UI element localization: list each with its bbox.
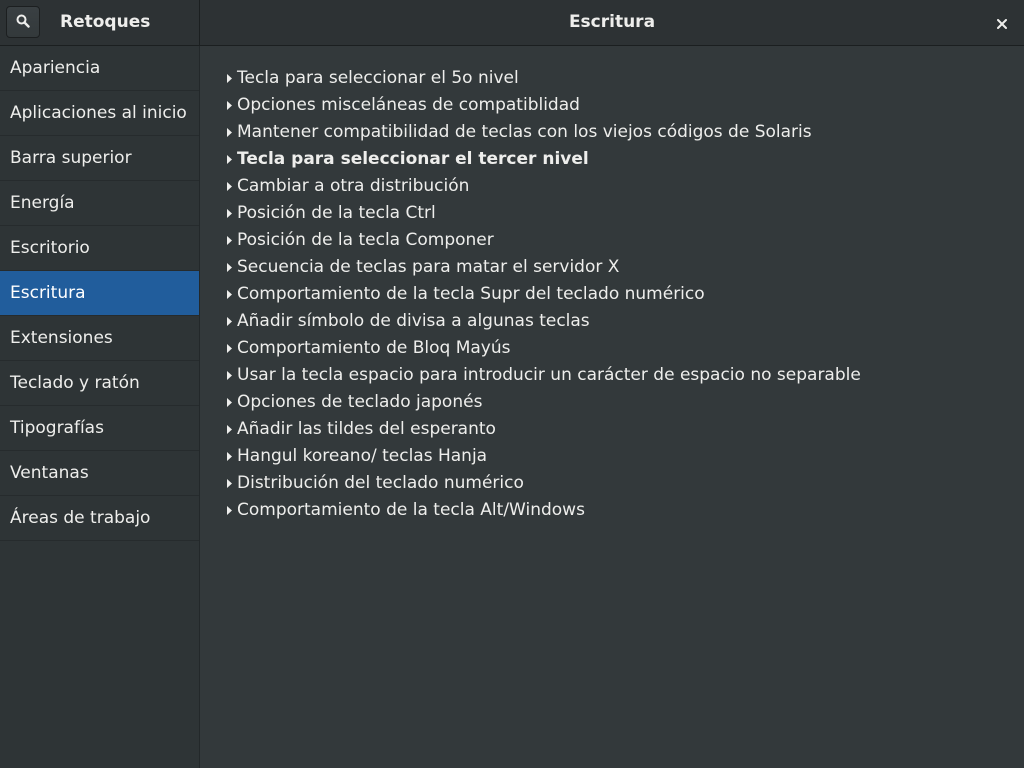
header-left-pane: Retoques	[0, 0, 200, 46]
sidebar-item-label: Escritura	[10, 283, 86, 303]
expander-arrow-icon	[227, 65, 237, 92]
sidebar-item-energia[interactable]: Energía	[0, 181, 199, 226]
expander-arrow-icon	[227, 308, 237, 335]
sidebar-item-label: Escritorio	[10, 238, 90, 258]
expander-arrow-icon	[227, 146, 237, 173]
option-expander[interactable]: Opciones de teclado japonés	[227, 389, 861, 416]
sidebar-item-label: Extensiones	[10, 328, 113, 348]
sidebar: Apariencia Aplicaciones al inicio Barra …	[0, 46, 200, 768]
option-label: Mantener compatibilidad de teclas con lo…	[237, 122, 812, 142]
option-expander[interactable]: Distribución del teclado numérico	[227, 470, 861, 497]
sidebar-item-label: Áreas de trabajo	[10, 508, 151, 528]
expander-arrow-icon	[227, 443, 237, 470]
option-expander[interactable]: Añadir símbolo de divisa a algunas tecla…	[227, 308, 861, 335]
expander-arrow-icon	[227, 335, 237, 362]
expander-arrow-icon	[227, 389, 237, 416]
tweaks-window: Retoques Escritura Apariencia Aplicacion…	[0, 0, 1024, 768]
option-expander[interactable]: Tecla para seleccionar el tercer nivel	[227, 146, 861, 173]
sidebar-item-teclado-y-raton[interactable]: Teclado y ratón	[0, 361, 199, 406]
expander-arrow-icon	[227, 200, 237, 227]
header-bar: Retoques Escritura	[0, 0, 1024, 46]
app-title: Retoques	[60, 12, 151, 32]
option-expander[interactable]: Opciones misceláneas de compatiblidad	[227, 92, 861, 119]
option-label: Añadir las tildes del esperanto	[237, 419, 496, 439]
option-label: Opciones misceláneas de compatiblidad	[237, 95, 580, 115]
sidebar-item-label: Teclado y ratón	[10, 373, 140, 393]
sidebar-item-tipografias[interactable]: Tipografías	[0, 406, 199, 451]
option-expander[interactable]: Cambiar a otra distribución	[227, 173, 861, 200]
option-expander[interactable]: Hangul koreano/ teclas Hanja	[227, 443, 861, 470]
expander-arrow-icon	[227, 119, 237, 146]
option-label: Opciones de teclado japonés	[237, 392, 483, 412]
sidebar-item-areas-de-trabajo[interactable]: Áreas de trabajo	[0, 496, 199, 541]
option-label: Hangul koreano/ teclas Hanja	[237, 446, 488, 466]
expander-arrow-icon	[227, 362, 237, 389]
typing-options-panel: Tecla para seleccionar el 5o nivel Opcion…	[201, 46, 1024, 768]
sidebar-item-extensiones[interactable]: Extensiones	[0, 316, 199, 361]
close-icon	[997, 14, 1007, 33]
page-title: Escritura	[568, 12, 656, 32]
sidebar-item-aplicaciones-al-inicio[interactable]: Aplicaciones al inicio	[0, 91, 199, 136]
option-expander[interactable]: Comportamiento de Bloq Mayús	[227, 335, 861, 362]
option-list: Tecla para seleccionar el 5o nivel Opcion…	[227, 65, 861, 524]
option-label: Distribución del teclado numérico	[237, 473, 524, 493]
expander-arrow-icon	[227, 173, 237, 200]
sidebar-item-barra-superior[interactable]: Barra superior	[0, 136, 199, 181]
option-label: Añadir símbolo de divisa a algunas tecla…	[237, 311, 590, 331]
sidebar-item-label: Barra superior	[10, 148, 132, 168]
option-label: Comportamiento de la tecla Supr del tecl…	[237, 284, 705, 304]
sidebar-item-apariencia[interactable]: Apariencia	[0, 46, 199, 91]
search-icon	[16, 13, 30, 32]
option-label: Tecla para seleccionar el tercer nivel	[237, 149, 589, 169]
option-label: Comportamiento de la tecla Alt/Windows	[237, 500, 585, 520]
sidebar-item-escritura[interactable]: Escritura	[0, 271, 199, 316]
expander-arrow-icon	[227, 497, 237, 524]
sidebar-item-label: Tipografías	[10, 418, 104, 438]
option-label: Posición de la tecla Componer	[237, 230, 494, 250]
expander-arrow-icon	[227, 227, 237, 254]
option-expander[interactable]: Comportamiento de la tecla Alt/Windows	[227, 497, 861, 524]
option-label: Usar la tecla espacio para introducir un…	[237, 365, 861, 385]
option-label: Posición de la tecla Ctrl	[237, 203, 436, 223]
expander-arrow-icon	[227, 416, 237, 443]
option-expander[interactable]: Comportamiento de la tecla Supr del tecl…	[227, 281, 861, 308]
option-expander[interactable]: Usar la tecla espacio para introducir un…	[227, 362, 861, 389]
option-label: Comportamiento de Bloq Mayús	[237, 338, 511, 358]
option-label: Secuencia de teclas para matar el servid…	[237, 257, 620, 277]
option-expander[interactable]: Mantener compatibilidad de teclas con lo…	[227, 119, 861, 146]
option-expander[interactable]: Posición de la tecla Ctrl	[227, 200, 861, 227]
sidebar-item-label: Ventanas	[10, 463, 89, 483]
option-expander[interactable]: Tecla para seleccionar el 5o nivel	[227, 65, 861, 92]
sidebar-item-label: Apariencia	[10, 58, 101, 78]
expander-arrow-icon	[227, 92, 237, 119]
sidebar-item-escritorio[interactable]: Escritorio	[0, 226, 199, 271]
option-label: Tecla para seleccionar el 5o nivel	[237, 68, 519, 88]
option-expander[interactable]: Posición de la tecla Componer	[227, 227, 861, 254]
expander-arrow-icon	[227, 470, 237, 497]
option-expander[interactable]: Secuencia de teclas para matar el servid…	[227, 254, 861, 281]
sidebar-item-label: Aplicaciones al inicio	[10, 103, 187, 123]
search-button[interactable]	[6, 6, 40, 38]
option-label: Cambiar a otra distribución	[237, 176, 470, 196]
sidebar-item-ventanas[interactable]: Ventanas	[0, 451, 199, 496]
expander-arrow-icon	[227, 254, 237, 281]
close-button[interactable]	[992, 12, 1012, 34]
option-expander[interactable]: Añadir las tildes del esperanto	[227, 416, 861, 443]
sidebar-item-label: Energía	[10, 193, 75, 213]
expander-arrow-icon	[227, 281, 237, 308]
